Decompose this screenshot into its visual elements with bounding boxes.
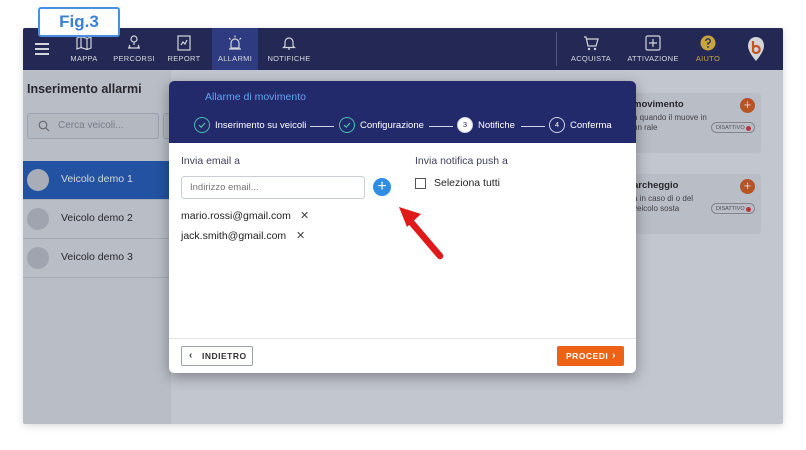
push-section-label: Invia notifica push a	[415, 155, 508, 167]
alarm-modal: Allarme di movimento Inserimento su veic…	[169, 81, 636, 373]
back-label: INDIETRO	[202, 351, 247, 361]
modal-footer-divider	[169, 338, 636, 339]
remove-email-icon[interactable]: ✕	[300, 209, 309, 222]
select-all-label: Seleziona tutti	[434, 177, 500, 189]
step-label: Inserimento su veicoli	[215, 120, 307, 131]
proceed-button[interactable]: PROCEDI ›	[557, 346, 624, 366]
step-label: Configurazione	[360, 120, 424, 131]
back-button[interactable]: ‹ INDIETRO	[181, 346, 253, 366]
step-check-icon	[339, 117, 355, 133]
figure-label: Fig.3	[38, 7, 120, 37]
step-number: 3	[457, 117, 473, 133]
step-connector	[521, 126, 545, 127]
email-item: mario.rossi@gmail.com	[181, 210, 291, 222]
step-connector	[429, 126, 453, 127]
add-email-button[interactable]: +	[373, 178, 391, 196]
email-item: jack.smith@gmail.com	[181, 230, 287, 242]
select-all-checkbox[interactable]	[415, 178, 426, 189]
step-connector	[310, 126, 334, 127]
red-arrow-annotation	[399, 207, 444, 260]
step-check-icon	[194, 117, 210, 133]
step-label: Notifiche	[478, 120, 515, 131]
modal-header: Allarme di movimento Inserimento su veic…	[169, 81, 636, 143]
app-window: MAPPA PERCORSI REPORT ALLARMI NOTIFICHE …	[23, 28, 783, 424]
email-section-label: Invia email a	[181, 155, 240, 167]
step-number: 4	[549, 117, 565, 133]
modal-title: Allarme di movimento	[205, 91, 306, 103]
step-label: Conferma	[570, 120, 612, 131]
chevron-right-icon: ›	[612, 350, 616, 361]
email-input[interactable]	[181, 176, 365, 199]
remove-email-icon[interactable]: ✕	[296, 229, 305, 242]
chevron-left-icon: ‹	[189, 350, 193, 361]
proceed-label: PROCEDI	[566, 351, 609, 361]
